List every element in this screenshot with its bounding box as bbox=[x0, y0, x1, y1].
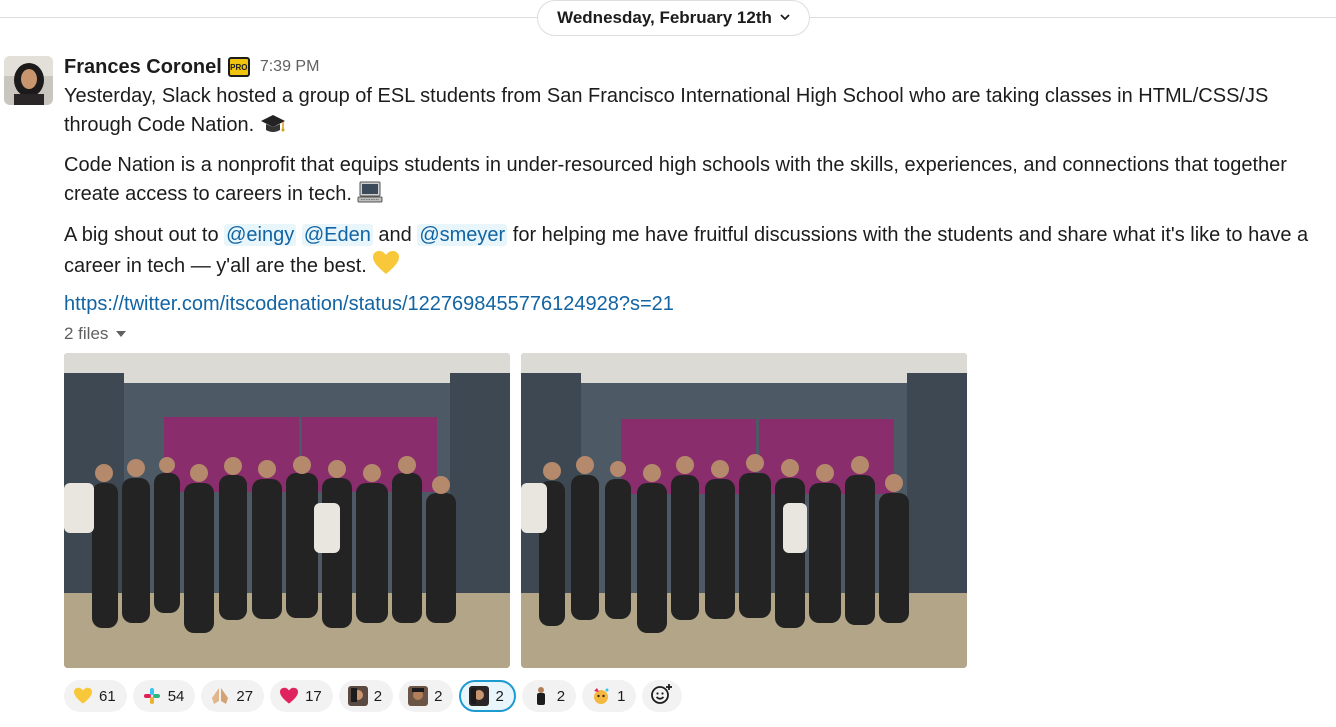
reaction-custom-face-2[interactable]: 2 bbox=[399, 680, 454, 712]
reaction-slack-logo[interactable]: 54 bbox=[132, 680, 196, 712]
date-label: Wednesday, February 12th bbox=[557, 8, 772, 27]
message-paragraph-1: Yesterday, Slack hosted a group of ESL s… bbox=[64, 82, 1336, 144]
reaction-custom-figure[interactable]: 2 bbox=[521, 680, 577, 712]
message-timestamp[interactable]: 7:39 PM bbox=[260, 58, 320, 76]
mention-eden[interactable]: @Eden bbox=[301, 224, 373, 246]
custom-face-icon bbox=[469, 686, 490, 706]
reaction-red-heart[interactable]: 17 bbox=[270, 680, 333, 712]
reaction-custom-party[interactable]: 1 bbox=[582, 680, 637, 712]
message-link-paragraph: https://twitter.com/itscodenation/status… bbox=[64, 290, 1336, 319]
reaction-count: 2 bbox=[434, 687, 443, 705]
custom-face-icon bbox=[408, 686, 429, 706]
reaction-count: 2 bbox=[495, 687, 504, 705]
pro-badge-icon: PRO bbox=[227, 57, 250, 77]
paragraph-text: A big shout out to bbox=[64, 224, 219, 246]
attached-photo-1[interactable] bbox=[64, 353, 510, 668]
reaction-count: 2 bbox=[556, 687, 566, 705]
mention-eingy[interactable]: @eingy bbox=[224, 224, 297, 246]
message-paragraph-3: A big shout out to @eingy @Eden and @sme… bbox=[64, 221, 1336, 285]
graduation-cap-icon bbox=[260, 113, 286, 144]
reaction-count: 27 bbox=[236, 687, 254, 705]
reaction-yellow-heart[interactable]: 61 bbox=[64, 680, 127, 712]
message-paragraph-2: Code Nation is a nonprofit that equips s… bbox=[64, 151, 1336, 213]
add-reaction-button[interactable] bbox=[642, 680, 683, 712]
custom-face-icon bbox=[347, 686, 368, 706]
reactions-bar: 61 54 27 17 2 2 2 2 1 bbox=[64, 680, 683, 712]
reaction-count: 17 bbox=[305, 687, 322, 705]
add-emoji-icon bbox=[650, 683, 674, 710]
reaction-count: 61 bbox=[99, 687, 116, 705]
mention-smeyer[interactable]: @smeyer bbox=[417, 224, 508, 246]
files-toggle[interactable]: 2 files bbox=[64, 324, 127, 344]
red-heart-icon bbox=[279, 686, 299, 706]
yellow-heart-icon bbox=[73, 686, 93, 706]
paragraph-text: and bbox=[378, 224, 412, 246]
caret-down-icon bbox=[116, 329, 127, 340]
yellow-heart-icon bbox=[372, 250, 400, 285]
reaction-count: 1 bbox=[617, 687, 626, 705]
reaction-custom-face-3[interactable]: 2 bbox=[459, 680, 516, 712]
attached-photo-2[interactable] bbox=[521, 353, 967, 668]
folded-hands-icon bbox=[210, 686, 230, 706]
reaction-count: 54 bbox=[167, 687, 185, 705]
custom-party-icon bbox=[591, 686, 611, 706]
avatar[interactable] bbox=[4, 56, 53, 105]
custom-figure-icon bbox=[531, 686, 551, 706]
files-label: 2 files bbox=[64, 324, 109, 343]
chevron-down-icon bbox=[780, 12, 790, 24]
twitter-link[interactable]: https://twitter.com/itscodenation/status… bbox=[64, 293, 674, 315]
sender-name[interactable]: Frances Coronel bbox=[64, 56, 222, 79]
message-header: Frances Coronel PRO 7:39 PM bbox=[64, 54, 319, 80]
paragraph-text: Yesterday, Slack hosted a group of ESL s… bbox=[64, 85, 1269, 136]
slack-logo-icon bbox=[142, 686, 162, 706]
reaction-folded-hands[interactable]: 27 bbox=[201, 680, 265, 712]
paragraph-text: Code Nation is a nonprofit that equips s… bbox=[64, 154, 1287, 205]
reaction-custom-face-1[interactable]: 2 bbox=[338, 680, 394, 712]
reaction-count: 2 bbox=[373, 687, 383, 705]
date-divider-button[interactable]: Wednesday, February 12th bbox=[537, 0, 810, 36]
computer-icon bbox=[357, 180, 383, 213]
